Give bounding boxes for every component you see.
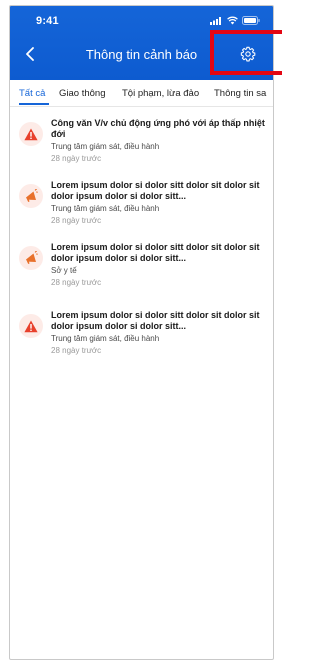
tab-all[interactable]: Tất cả [19,88,45,99]
highlight-box [210,30,282,75]
alert-title: Lorem ipsum dolor si dolor sitt dolor si… [51,180,260,201]
alert-time: 28 ngày trước [51,278,102,287]
battery-icon [242,16,260,25]
warning-triangle-icon [24,320,38,332]
alert-icon-badge [19,246,43,270]
tab-crime-fraud[interactable]: Tội phạm, lừa đảo [122,88,199,99]
tab-traffic[interactable]: Giao thông [59,88,105,99]
alert-source: Trung tâm giám sát, điều hành [51,142,160,151]
alert-source: Sở y tế [51,266,77,275]
alert-source: Trung tâm giám sát, điều hành [51,204,160,213]
alert-icon-badge [19,122,43,146]
alert-icon-badge [19,184,43,208]
category-tabs: Tất cả Giao thông Tội phạm, lừa đảo Thôn… [10,80,273,107]
alert-time: 28 ngày trước [51,154,102,163]
tab-other-info[interactable]: Thông tin sa [214,88,266,99]
alert-time: 28 ngày trước [51,346,102,355]
megaphone-icon [26,251,38,264]
status-icons [210,16,260,25]
alert-icon-badge [19,314,43,338]
alert-title: Công văn V/v chủ động ứng phó với áp thấ… [51,118,265,139]
wifi-icon [227,16,238,25]
megaphone-icon [26,189,38,202]
warning-triangle-icon [24,128,38,140]
status-time: 9:41 [36,15,59,27]
active-tab-indicator [19,103,49,105]
alert-title: Lorem ipsum dolor si dolor sitt dolor si… [51,242,260,263]
phone-screen: 9:41 Thông tin cảnh báo Tất cả Giao thôn… [9,5,274,660]
status-bar: 9:41 [10,6,273,32]
alert-source: Trung tâm giám sát, điều hành [51,334,160,343]
signal-icon [210,17,221,25]
alert-time: 28 ngày trước [51,216,102,225]
alert-title: Lorem ipsum dolor si dolor sitt dolor si… [51,310,260,331]
